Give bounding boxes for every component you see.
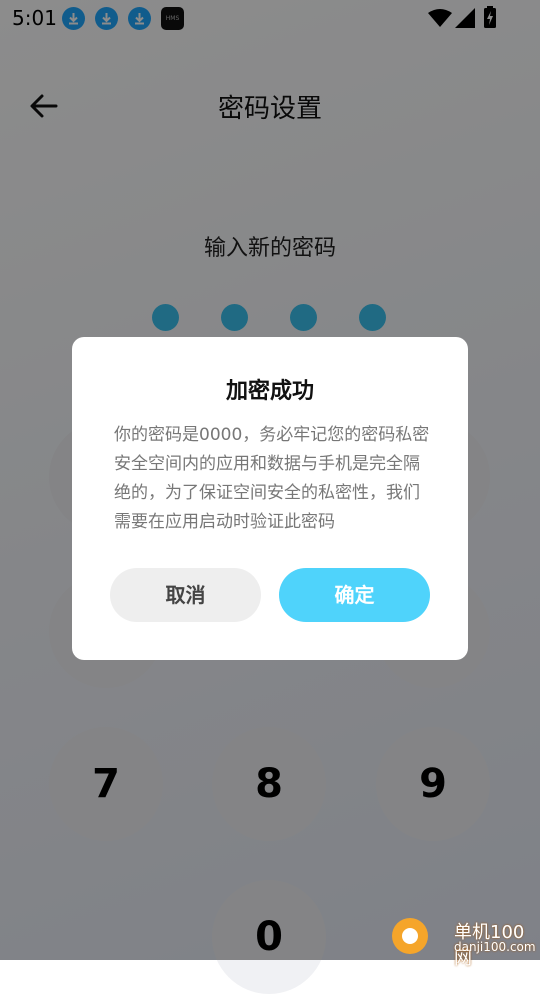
site-watermark: 单机100网 danji100.com: [392, 916, 540, 969]
dialog-title: 加密成功: [225, 379, 314, 404]
encryption-success-dialog: 加密成功 你的密码是0000，务必牢记您的密码私密安全空间内的应用和数据与手机是…: [72, 337, 468, 660]
cancel-button[interactable]: 取消: [110, 568, 261, 622]
confirm-button[interactable]: 确定: [279, 568, 430, 622]
watermark-domain: danji100.com: [454, 940, 536, 954]
watermark-logo-icon: [392, 918, 428, 954]
dialog-message: 你的密码是0000，务必牢记您的密码私密安全空间内的应用和数据与手机是完全隔绝的…: [114, 425, 430, 532]
